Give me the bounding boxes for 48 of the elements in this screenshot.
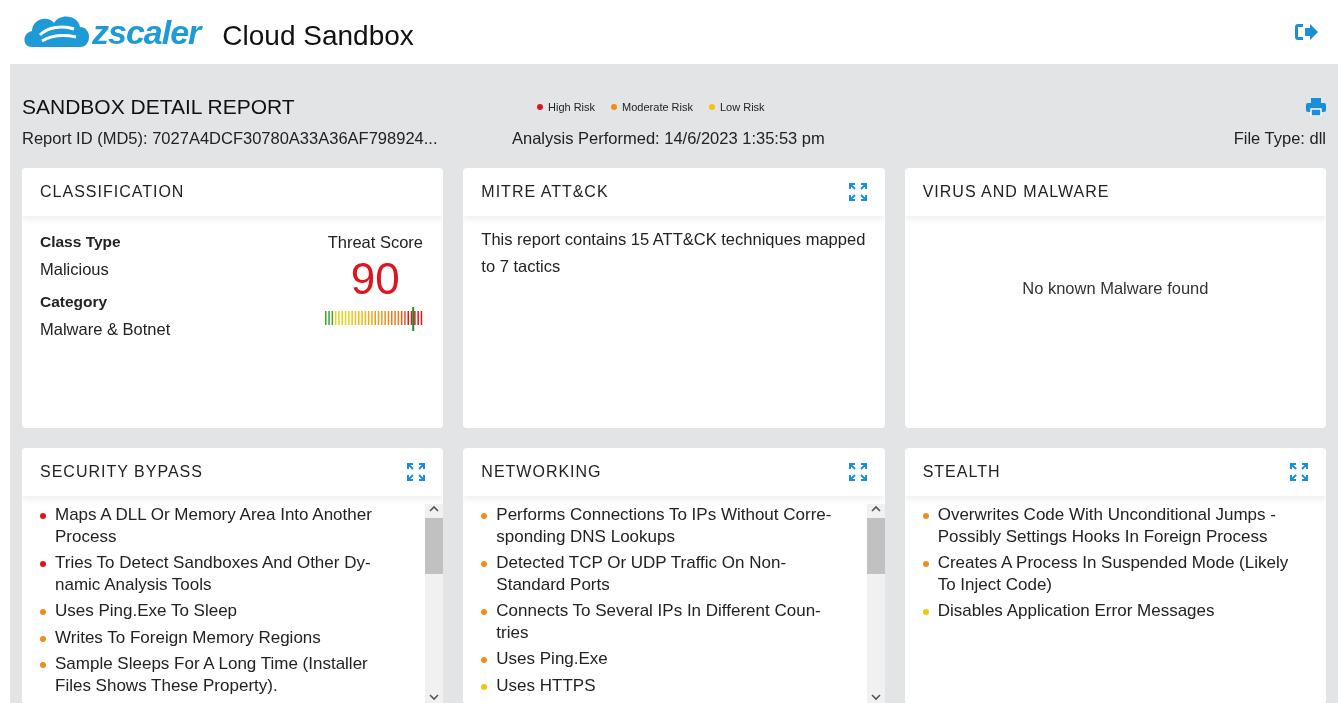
finding-text: Uses HTTPS bbox=[496, 674, 596, 696]
legend-label: High Risk bbox=[548, 99, 596, 115]
card-title: VIRUS AND MALWARE bbox=[922, 182, 1110, 202]
card-title: NETWORKING bbox=[481, 462, 602, 482]
finding-text: Connects To Several IPs In Different Coun- tries bbox=[496, 600, 821, 643]
scroll-thumb[interactable] bbox=[866, 518, 885, 574]
brand-logo: zscaler bbox=[92, 15, 201, 49]
app-title: Cloud Sandbox bbox=[222, 19, 414, 53]
report-summary: This report contains 15 ATT&CK techniques mapped to 7 tactics bbox=[481, 229, 867, 277]
scroll-thumb[interactable] bbox=[425, 518, 444, 574]
finding-text: Sample Sleeps For A Long Time (Installer Files Shows These Property). bbox=[55, 653, 368, 696]
field-value: Malware & Botnet bbox=[40, 319, 171, 341]
card-title: CLASSIFICATION bbox=[40, 182, 185, 202]
card-title: SECURITY BYPASS bbox=[40, 462, 203, 482]
report-title: SANDBOX DETAIL REPORT bbox=[22, 94, 296, 121]
finding-text: Overwrites Code With Unconditional Jumps - Possibly Settings Hooks In Foreign Process bbox=[937, 504, 1276, 547]
field-label: Class Type bbox=[40, 232, 122, 252]
field-value: Malicious bbox=[40, 259, 110, 281]
finding-text: Uses Ping.Exe To Sleep bbox=[55, 600, 238, 622]
status-message: No known Malware found bbox=[1022, 278, 1209, 299]
logout-icon[interactable] bbox=[1294, 22, 1318, 42]
score-label: Threat Score bbox=[327, 232, 423, 253]
threat-score: 90 bbox=[350, 254, 400, 304]
finding-text: Creates A Process In Suspended Mode (Likely To Inject Code) bbox=[937, 552, 1289, 595]
file-type: File Type: dll bbox=[1233, 127, 1326, 149]
expand-icon[interactable] bbox=[848, 463, 867, 481]
legend-label: Moderate Risk bbox=[622, 99, 693, 115]
finding-text: Uses Ping.Exe bbox=[496, 648, 608, 670]
finding-text: Disables Application Error Messages bbox=[937, 600, 1215, 622]
field-label: Category bbox=[40, 292, 109, 312]
finding-text: Writes To Foreign Memory Regions bbox=[55, 626, 321, 648]
scroll-down-icon[interactable] bbox=[869, 692, 882, 702]
finding-text: Performs Connections To IPs Without Corre- sponding DNS Lookups bbox=[496, 504, 832, 547]
expand-icon[interactable] bbox=[407, 463, 426, 481]
expand-icon[interactable] bbox=[848, 183, 867, 201]
expand-icon[interactable] bbox=[1290, 463, 1308, 481]
scroll-down-icon[interactable] bbox=[428, 692, 441, 702]
print-icon[interactable] bbox=[1306, 98, 1326, 116]
card-title: STEALTH bbox=[922, 462, 1001, 482]
analysis-time: Analysis Performed: 14/6/2023 1:35:53 pm bbox=[512, 127, 825, 149]
scroll-up-icon[interactable] bbox=[869, 504, 882, 514]
report-id: Report ID (MD5): 7027A4DCF30780A33A36AF798924... bbox=[22, 127, 439, 149]
card-title: MITRE ATT&CK bbox=[481, 182, 609, 202]
finding-text: Tries To Detect Sandboxes And Other Dy- namic Analysis Tools bbox=[55, 552, 371, 595]
legend-label: Low Risk bbox=[720, 99, 765, 115]
scroll-up-icon[interactable] bbox=[428, 504, 441, 514]
finding-text: Detected TCP Or UDP Traffic On Non- Standard Ports bbox=[496, 552, 787, 595]
finding-text: Maps A DLL Or Memory Area Into Another Process bbox=[55, 504, 372, 547]
